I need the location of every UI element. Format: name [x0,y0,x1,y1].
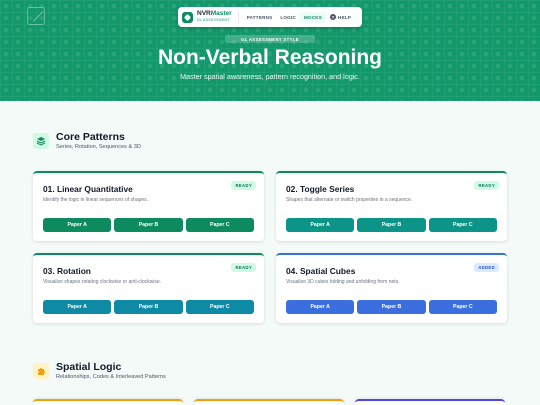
nav-divider [237,11,239,23]
section-title: Spatial Logic [56,361,122,373]
card-title: 04. Spatial Cubes [286,266,356,276]
brand-tagline: GL ASSESSMENT [197,17,230,22]
section-core-patterns: Core Patterns Series, Rotation, Sequence… [33,131,141,150]
decorative-pattern-icon [27,7,45,25]
card-description: Visualize shapes rotating clockwise or a… [43,279,162,285]
card-description: Shapes that alternate or switch properti… [286,197,413,203]
paper-c-button[interactable]: Paper C [185,218,254,232]
brand[interactable]: NVRMaster GL ASSESSMENT [197,11,232,22]
brand-name: NVRMaster [197,10,232,18]
status-badge: READY [231,263,256,272]
section-title: Core Patterns [56,131,125,143]
paper-b-button[interactable]: Paper B [357,218,426,232]
paper-a-button[interactable]: Paper A [286,218,355,232]
logo-icon[interactable] [182,11,193,23]
page-title: Non-Verbal Reasoning [157,46,383,69]
card-title: 02. Toggle Series [286,184,355,194]
paper-a-button[interactable]: Paper A [43,300,112,314]
card-partial-2 [194,399,344,405]
card-title: 01. Linear Quantitative [43,184,133,194]
card-title: 03. Rotation [43,266,91,276]
paper-a-button[interactable]: Paper A [286,300,355,314]
card-toggle-series: 02. Toggle Series Shapes that alternate … [276,171,507,241]
layers-icon [33,132,49,149]
section-description: Relationships, Codes & Interleaved Patte… [56,374,166,380]
paper-b-button[interactable]: Paper B [114,218,183,232]
paper-b-button[interactable]: Paper B [357,300,426,314]
card-partial-3 [355,399,505,405]
nav-item-logic[interactable]: LOGIC [276,12,300,23]
puzzle-icon [33,362,49,379]
paper-a-button[interactable]: Paper A [43,218,112,232]
nav-item-mocks[interactable]: MOCKS [299,11,327,23]
section-description: Series, Rotation, Sequences & 3D [56,144,141,150]
nav-item-patterns[interactable]: PATTERNS [243,12,277,23]
card-partial-1 [33,399,183,405]
assessment-style-pill: GL ASSESSMENT STYLE [225,35,315,43]
section-spatial-logic: Spatial Logic Relationships, Codes & Int… [33,361,166,380]
card-description: Identify the logic in linear sequences o… [43,197,149,203]
nav-item-help[interactable]: ? HELP [326,11,355,23]
paper-b-button[interactable]: Paper B [114,300,183,314]
card-linear-quantitative: 01. Linear Quantitative Identify the log… [33,171,264,241]
help-icon: ? [330,14,337,20]
paper-c-button[interactable]: Paper C [428,300,497,314]
status-badge: ADDED [474,263,499,272]
top-navbar: NVRMaster GL ASSESSMENT PATTERNS LOGIC M… [178,7,362,27]
paper-c-button[interactable]: Paper C [185,300,254,314]
hero-banner: NVRMaster GL ASSESSMENT PATTERNS LOGIC M… [0,0,540,101]
status-badge: READY [474,181,499,190]
card-spatial-cubes: 04. Spatial Cubes Visualize 3D cubes fol… [276,253,507,323]
paper-c-button[interactable]: Paper C [428,218,497,232]
card-description: Visualize 3D cubes folding and unfolding… [286,279,400,285]
nav-item-help-label: HELP [338,14,352,20]
status-badge: READY [231,181,256,190]
page-subtitle: Master spatial awareness, pattern recogn… [180,72,360,81]
card-rotation: 03. Rotation Visualize shapes rotating c… [33,253,264,323]
